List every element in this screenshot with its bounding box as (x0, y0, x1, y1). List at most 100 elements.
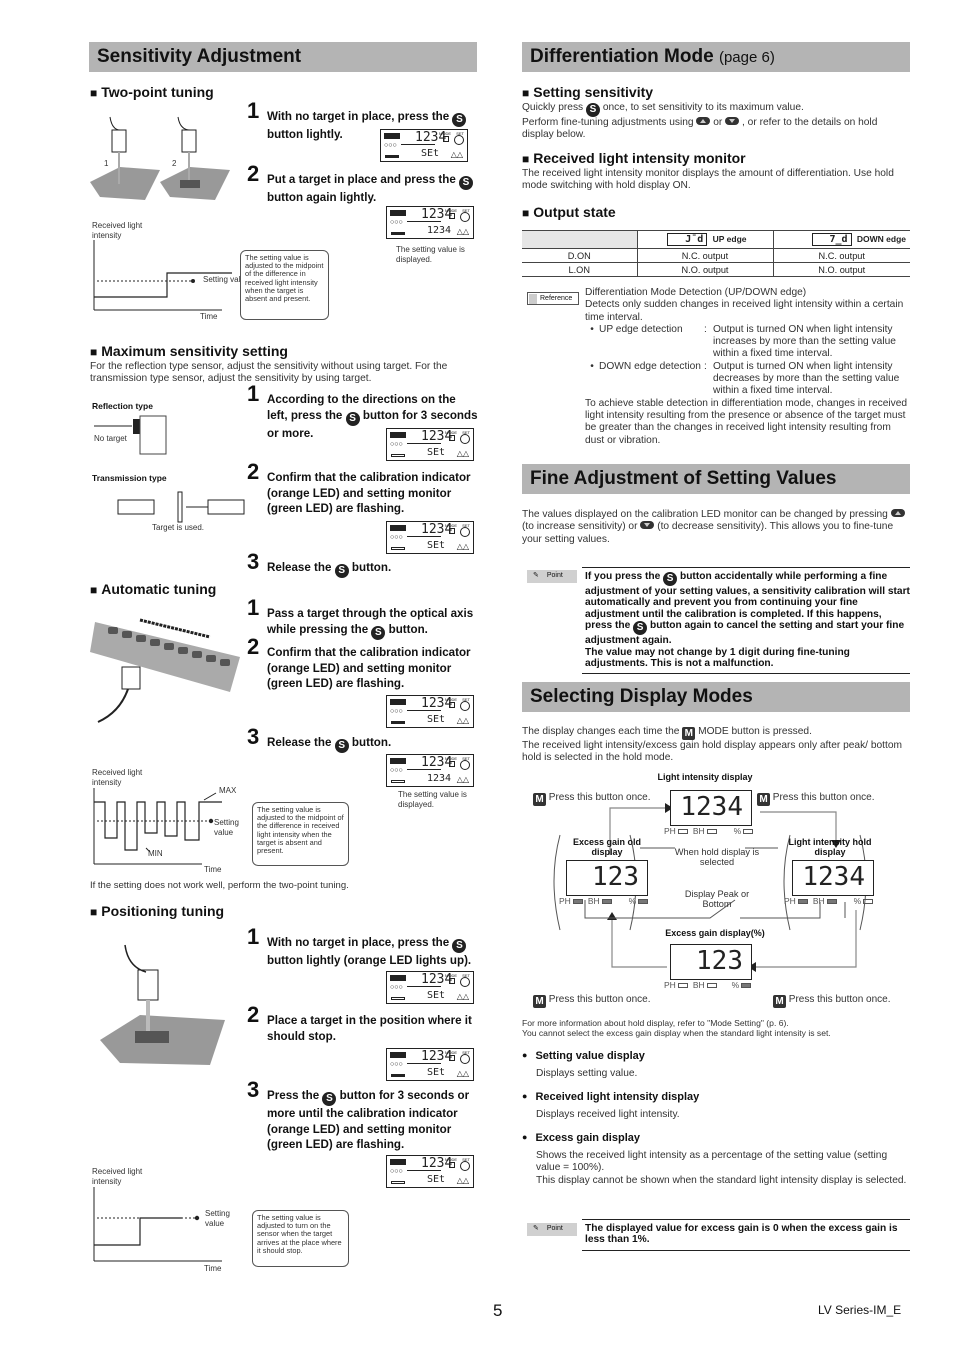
s-button-icon: S (633, 621, 648, 636)
step-text: Place a target in the position where it … (267, 1014, 472, 1043)
fig-label-1: 1 (104, 159, 109, 168)
step-text: Release the (267, 561, 332, 574)
lcd-main-value: 1234 (421, 207, 453, 222)
s-button-icon: S (459, 176, 474, 190)
bottom-indicators: PH BH% (664, 980, 756, 990)
motion-arrow (139, 618, 211, 639)
reference-block: Differentiation Mode Detection (UP/DOWN … (585, 287, 910, 447)
text: If you press the (585, 571, 661, 582)
surface-1 (90, 167, 160, 200)
receiver (207, 499, 245, 515)
item-text: Output is turned ON when light intensity… (713, 360, 900, 397)
setting-point (208, 818, 214, 824)
cell-mode: L.ON (522, 262, 637, 277)
step-text: Put a target in place and press the (267, 173, 456, 186)
step-text-end: button again lightly. (267, 191, 377, 204)
lcd-main-value: 1234 (421, 696, 453, 711)
bottom-display-value: 123 (670, 944, 752, 980)
tag-label: Point (546, 572, 563, 579)
text: (to increase sensitivity) or (522, 521, 638, 533)
heading-setting-sensitivity: Setting sensitivity (522, 84, 653, 100)
lcd-main-value: 1234 (421, 1156, 453, 1171)
pencil-icon: ✎ (533, 1225, 539, 1232)
bottom-display-label: Excess gain display(%) (665, 928, 765, 938)
page-ref: (page 6) (718, 49, 775, 66)
graph-ylabel: Received light intensity (92, 768, 143, 787)
top-display-value: 1234 (670, 790, 752, 826)
text: The values displayed on the calibration … (522, 509, 888, 520)
step-text: Press the (267, 1089, 320, 1102)
graph-xlabel: Time (204, 1264, 222, 1273)
item-text: Output is turned ON when light intensity… (713, 323, 896, 360)
two-point-sensor-illustration (90, 116, 230, 200)
table-header-row: J¯d UP edge 7_d DOWN edge (522, 230, 910, 249)
item-label: DOWN edge detection (599, 360, 701, 372)
note: For more information about hold display,… (522, 1018, 789, 1028)
target-plate (177, 491, 183, 523)
lcd-display: MODE SET 1234 ○○○ SEt △△ (386, 428, 474, 461)
reference-desc: Detects only sudden changes in received … (585, 299, 904, 323)
up-button-icon (696, 117, 711, 125)
transmission-type-label: Transmission type (92, 473, 167, 483)
step-number: 1 (247, 595, 260, 620)
left-display-value: 123 (566, 860, 648, 896)
graph-ylabel: Received light intensity (92, 221, 143, 240)
top-display-label: Light intensity display (657, 772, 753, 782)
sensor (137, 969, 159, 1001)
s-button-icon: S (334, 739, 349, 753)
heading-output-state: Output state (522, 204, 615, 220)
top-indicators: PH BH% (664, 826, 758, 836)
max-step-3: 3 Release the S button. (247, 551, 479, 578)
s-button-icon: S (371, 625, 386, 640)
text: Quickly press (522, 102, 584, 113)
callout-two-point: The setting value is adjusted to the mid… (240, 250, 329, 320)
callout-automatic: The setting value is adjusted to the mid… (252, 802, 349, 866)
lcd-sub-value: SEt (427, 714, 446, 725)
sensor-body (139, 415, 167, 455)
right-display-value: 1234 (792, 860, 874, 896)
step-text: With no target in place, press the (267, 110, 450, 123)
m-button-icon: M (533, 995, 546, 1008)
document-id: LV Series-IM_E (818, 1303, 902, 1317)
press-once-bottom-left: M Press this button once. (533, 994, 651, 1008)
step-text: Confirm that the calibration indicator (… (267, 646, 471, 691)
lcd-main-value: 1234 (421, 522, 453, 537)
down-button-icon (725, 117, 740, 125)
lcd-main-value: 1234 (421, 972, 453, 987)
press-once-top-right: M Press this button once. (757, 792, 875, 806)
step-number: 2 (247, 459, 260, 484)
m-button-icon: M (773, 995, 786, 1008)
cell-down: N.O. output (772, 262, 910, 277)
text: Press this button once. (548, 994, 651, 1005)
heading-received-light-monitor: Received light intensity monitor (522, 150, 745, 166)
text: Press this button once. (548, 792, 651, 803)
text: Press this button once. (772, 792, 875, 803)
emitter (117, 499, 155, 515)
section-title-differentiation-mode: Differentiation Mode (page 6) (522, 42, 910, 72)
reference-title: Differentiation Mode Detection (UP/DOWN … (585, 287, 807, 298)
item-received-light-display: Received light intensity display (522, 1091, 699, 1103)
signal-line (94, 1217, 182, 1246)
text: The display changes each time the (522, 726, 680, 737)
display-modes-desc: The display changes each time the M MODE… (522, 726, 910, 765)
cable (97, 688, 129, 723)
page-number: 5 (493, 1301, 503, 1320)
right-indicators: PH BH% (784, 896, 878, 906)
cell-up: N.O. output (636, 262, 773, 277)
flashing-percent-indicator (741, 983, 752, 989)
received-light-monitor-desc: The received light intensity monitor dis… (522, 168, 894, 192)
lcd-sub-value: SEt (427, 1067, 446, 1078)
max-label: MAX (219, 786, 237, 795)
step-text-end: button. (388, 622, 428, 636)
point-fine-adjustment: If you press the S button accidentally w… (582, 567, 910, 675)
lcd-display: MODE SET 1234 ○○○ 1234 △△ (386, 754, 474, 787)
target-block (135, 1031, 169, 1043)
step-text-end: button lightly. (267, 128, 343, 141)
lcd-display: MODE SET 1234 ○○○ SEt △△ (386, 695, 474, 728)
step-text: Confirm that the calibration indicator (… (267, 471, 471, 516)
lcd-caption: The setting value is displayed. (396, 245, 465, 264)
item-excess-gain-display: Excess gain display (522, 1132, 640, 1144)
max-pointer (203, 792, 217, 801)
press-once-bottom-right: M Press this button once. (773, 994, 891, 1008)
bar-indicator (384, 133, 400, 139)
